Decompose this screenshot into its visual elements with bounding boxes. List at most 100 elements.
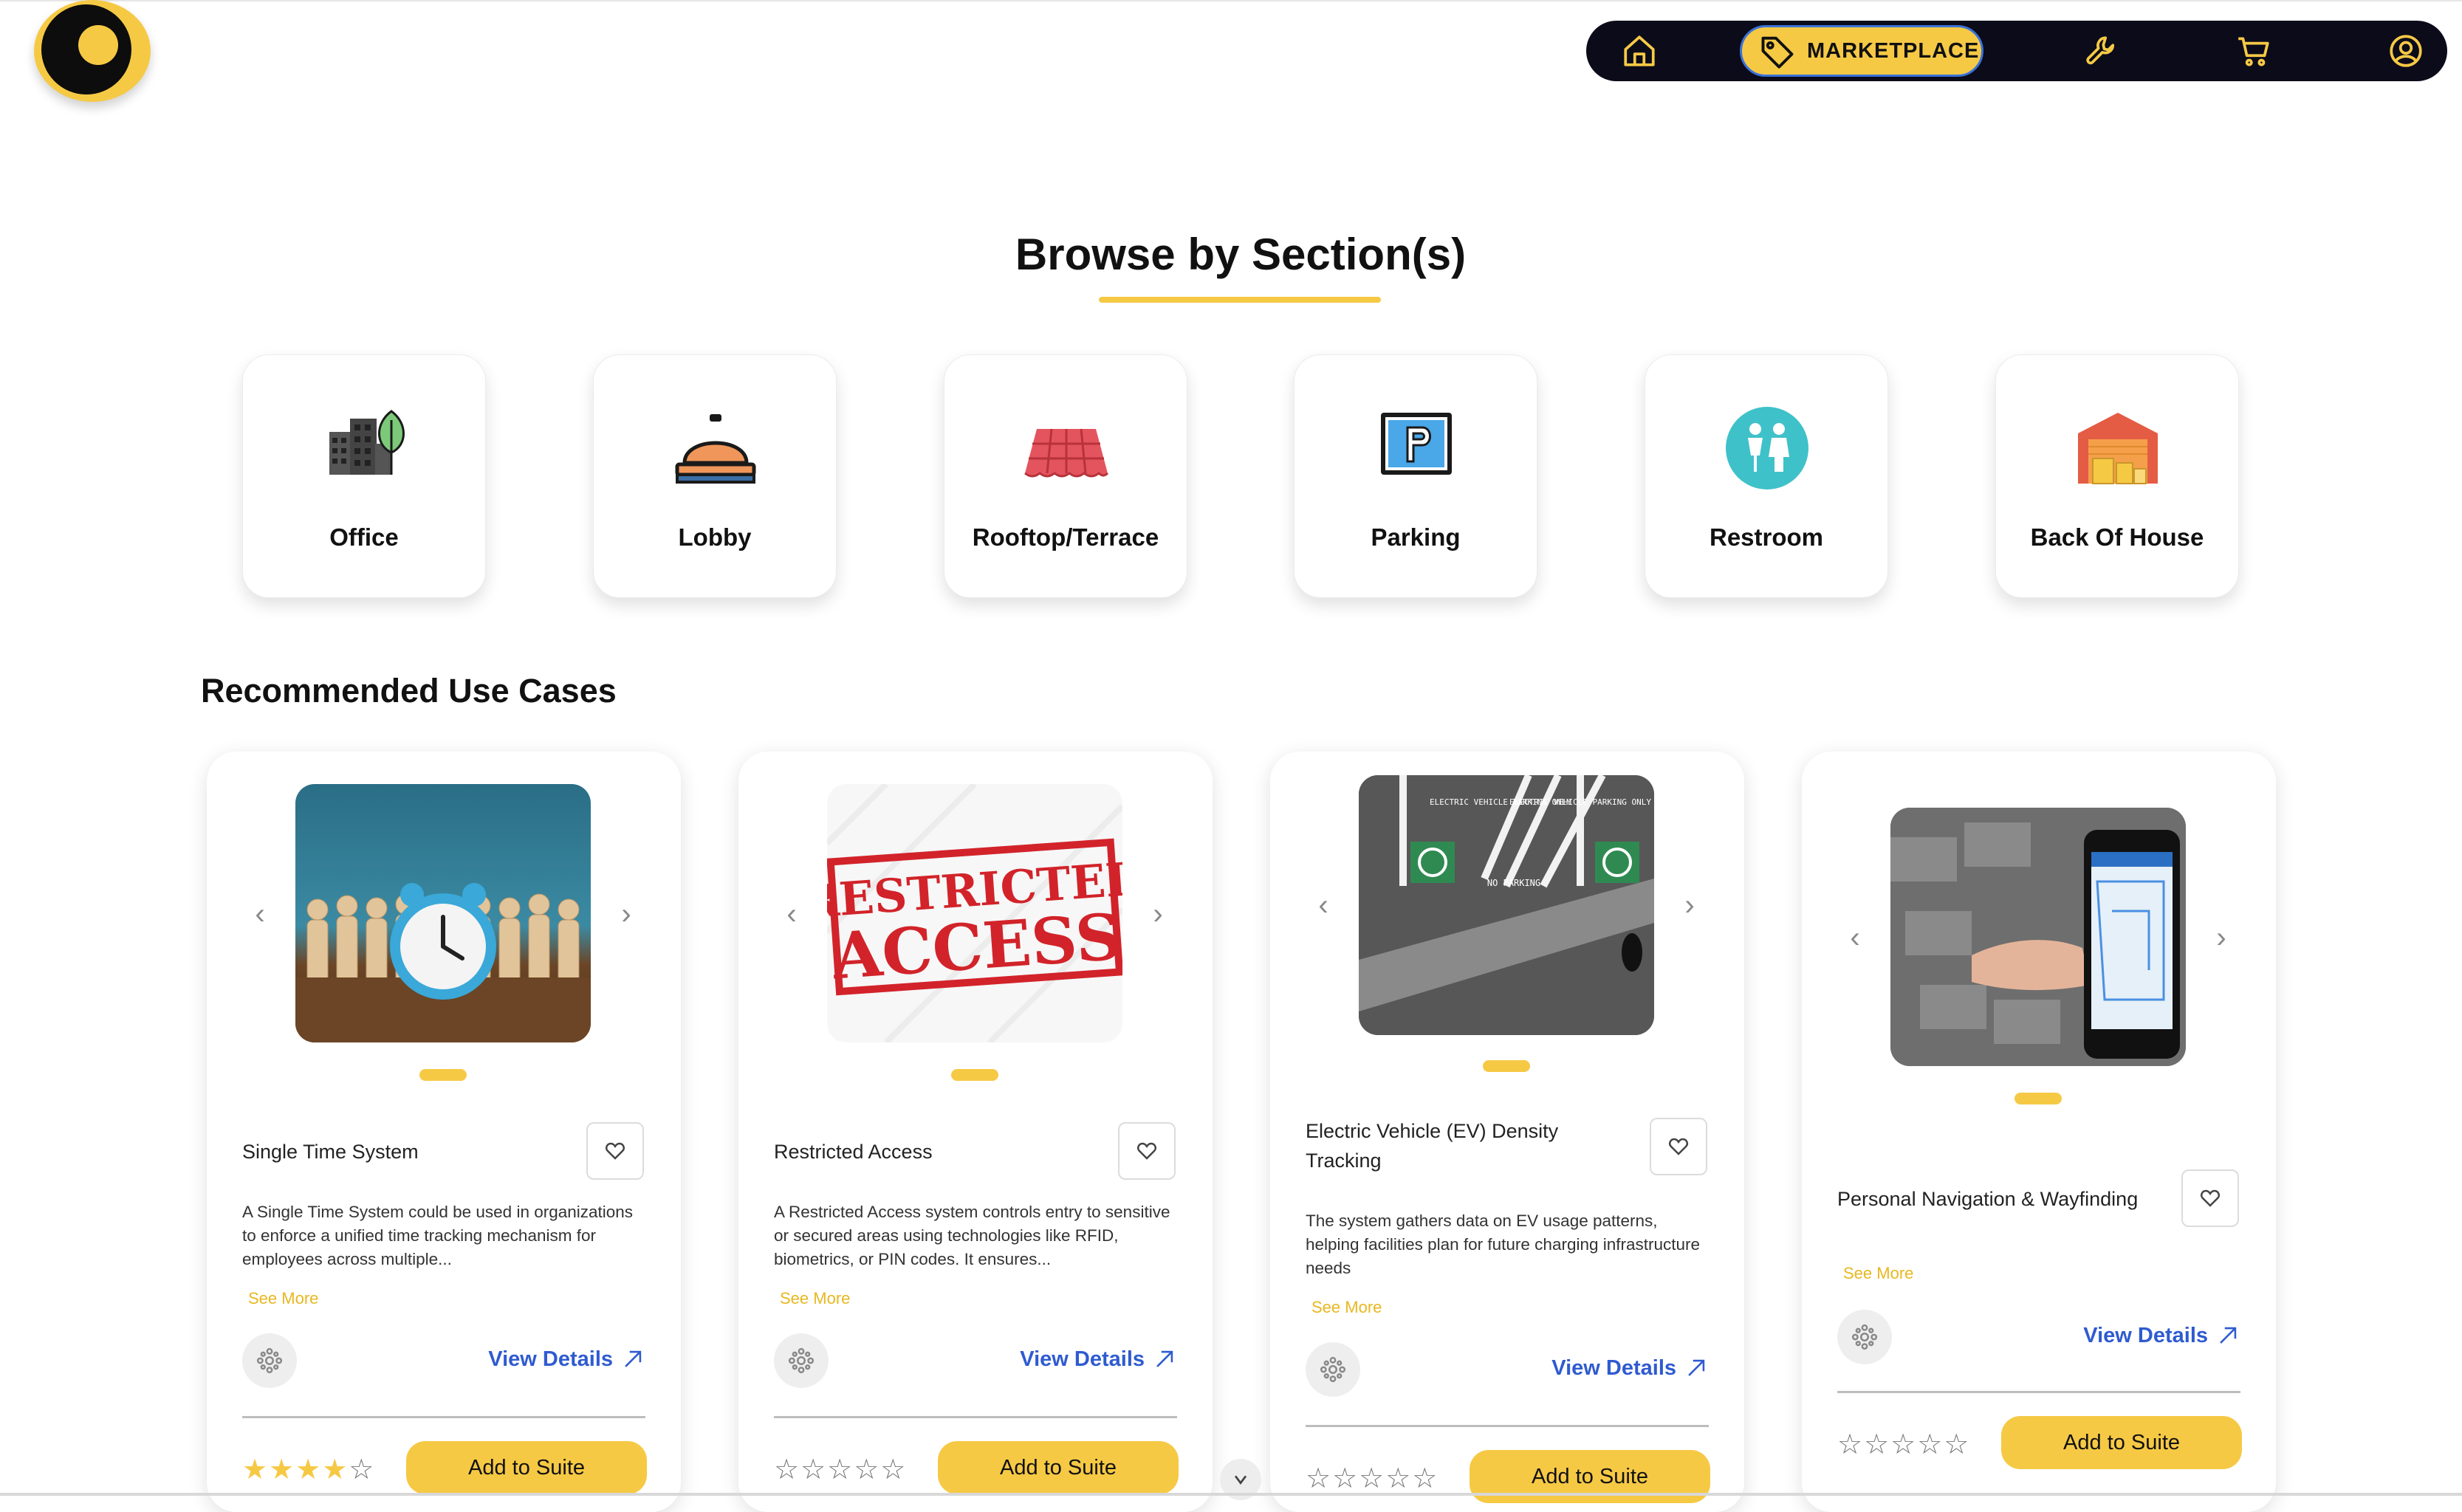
rating-stars[interactable]: ☆☆☆☆☆ (1837, 1428, 1970, 1461)
carousel-next-button[interactable]: › (611, 899, 641, 929)
section-card-office[interactable]: Office (242, 354, 486, 598)
chevron-down-icon (1234, 1475, 1247, 1485)
add-to-suite-button[interactable]: Add to Suite (406, 1441, 647, 1494)
section-card-lobby[interactable]: Lobby (593, 354, 837, 598)
tag-icon (1761, 36, 1794, 69)
use-case-image: ELECTRIC VEHICLE PARKING ONLY ELECTRIC V… (1359, 775, 1654, 1035)
see-more-link[interactable]: See More (780, 1289, 850, 1308)
integration-icon (774, 1333, 829, 1388)
carousel-prev-button[interactable]: ‹ (1840, 923, 1870, 952)
home-icon[interactable] (1619, 30, 1660, 72)
see-more-link[interactable]: See More (1311, 1298, 1382, 1317)
section-label: Office (329, 523, 399, 551)
carousel-prev-button[interactable]: ‹ (245, 899, 275, 929)
marketplace-tab[interactable]: MARKETPLACE (1740, 25, 1983, 77)
brand-logo[interactable] (34, 0, 151, 102)
view-details-label: View Details (1551, 1355, 1676, 1380)
view-details-label: View Details (488, 1347, 613, 1371)
user-icon[interactable] (2385, 30, 2427, 72)
see-more-link[interactable]: See More (1843, 1264, 1913, 1283)
view-details-link[interactable]: View Details (1551, 1355, 1709, 1381)
carousel-indicator[interactable] (1483, 1060, 1530, 1072)
use-case-card: RESTRICTED ACCESS ‹ › Restricted Access … (738, 752, 1213, 1512)
use-case-image (1890, 808, 2186, 1066)
carousel-prev-button[interactable]: ‹ (1309, 890, 1338, 920)
card-divider (242, 1416, 645, 1418)
use-case-description: The system gathers data on EV usage patt… (1306, 1212, 1701, 1277)
use-case-description: A Restricted Access system controls entr… (774, 1203, 1170, 1268)
carousel-indicator[interactable] (419, 1069, 467, 1081)
use-case-card: ‹ › Personal Navigation & Wayfinding See… (1802, 752, 2276, 1512)
section-label: Back Of House (2030, 523, 2204, 551)
heart-icon (2201, 1189, 2220, 1207)
section-label: Parking (1371, 523, 1461, 551)
heart-icon (1669, 1138, 1688, 1155)
logo-dot (78, 25, 118, 65)
add-to-suite-button[interactable]: Add to Suite (2001, 1416, 2242, 1469)
rating-stars[interactable]: ☆☆☆☆☆ (774, 1453, 907, 1486)
service-bell-icon (675, 414, 756, 484)
carousel-prev-button[interactable]: ‹ (777, 899, 806, 929)
wrench-icon[interactable] (2081, 30, 2122, 72)
card-divider (1306, 1425, 1709, 1427)
use-case-name: Electric Vehicle (EV) Density Tracking (1306, 1120, 1559, 1172)
restroom-icon (1726, 407, 1808, 489)
use-case-description: A Single Time System could be used in or… (242, 1203, 634, 1268)
warehouse-icon (2078, 413, 2158, 484)
rating-stars[interactable]: ☆☆☆☆☆ (1306, 1462, 1439, 1495)
add-to-suite-button[interactable]: Add to Suite (938, 1441, 1179, 1494)
use-case-image (295, 784, 591, 1042)
integration-icon (242, 1333, 297, 1388)
use-case-name: Personal Navigation & Wayfinding (1837, 1188, 2139, 1210)
integration-icon (1837, 1310, 1892, 1364)
logo-inner (41, 4, 131, 94)
see-more-link[interactable]: See More (248, 1289, 318, 1308)
carousel-next-button[interactable]: › (2206, 923, 2236, 952)
arrow-up-right-icon (2220, 1327, 2237, 1344)
top-border (0, 0, 2462, 1)
carousel-next-button[interactable]: › (1675, 890, 1704, 920)
ev-sign-text-right: ELECTRIC VEHICLE PARKING ONLY (1509, 797, 1651, 807)
favorite-button[interactable] (1118, 1122, 1176, 1180)
heart-icon (1137, 1142, 1156, 1160)
view-details-link[interactable]: View Details (488, 1347, 645, 1372)
arrow-up-right-icon (1156, 1350, 1173, 1367)
page-title: Browse by Section(s) (1015, 230, 1467, 279)
favorite-button[interactable] (1650, 1118, 1707, 1175)
favorite-button[interactable] (2181, 1169, 2239, 1227)
roof-tiles-icon (1024, 428, 1109, 478)
section-label: Lobby (678, 523, 752, 551)
section-label: Restroom (1709, 523, 1824, 551)
section-card-back-of-house[interactable]: Back Of House (1995, 354, 2239, 598)
no-parking-text: NO PARKING (1487, 878, 1540, 888)
carousel-indicator[interactable] (2014, 1093, 2062, 1104)
section-card-parking[interactable]: Parking (1294, 354, 1537, 598)
title-underline (1099, 297, 1381, 303)
section-label: Rooftop/Terrace (972, 523, 1159, 551)
view-details-link[interactable]: View Details (1020, 1347, 1177, 1372)
card-divider (1837, 1391, 2240, 1393)
view-details-label: View Details (2083, 1323, 2208, 1347)
view-details-label: View Details (1020, 1347, 1145, 1371)
section-card-restroom[interactable]: Restroom (1645, 354, 1888, 598)
use-case-card: ELECTRIC VEHICLE PARKING ONLY ELECTRIC V… (1270, 752, 1744, 1512)
cart-icon[interactable] (2233, 30, 2274, 72)
integration-icon (1306, 1342, 1360, 1397)
bottom-border (0, 1493, 2462, 1496)
carousel-next-button[interactable]: › (1143, 899, 1173, 929)
carousel-indicator[interactable] (951, 1069, 998, 1081)
arrow-up-right-icon (1688, 1359, 1705, 1376)
office-building-icon (329, 410, 405, 475)
view-details-link[interactable]: View Details (2083, 1323, 2240, 1348)
use-case-card: ‹ › Single Time System A Single Time Sys… (207, 752, 681, 1512)
arrow-up-right-icon (625, 1350, 642, 1367)
use-case-name: Single Time System (242, 1141, 419, 1163)
heart-icon (606, 1142, 625, 1160)
favorite-button[interactable] (586, 1122, 644, 1180)
rating-stars[interactable]: ★★★★☆ (242, 1453, 375, 1486)
use-case-image: RESTRICTED ACCESS (827, 784, 1122, 1042)
card-divider (774, 1416, 1177, 1418)
recommended-title: Recommended Use Cases (201, 672, 617, 709)
marketplace-label: MARKETPLACE (1807, 38, 1980, 63)
section-card-rooftop[interactable]: Rooftop/Terrace (944, 354, 1187, 598)
